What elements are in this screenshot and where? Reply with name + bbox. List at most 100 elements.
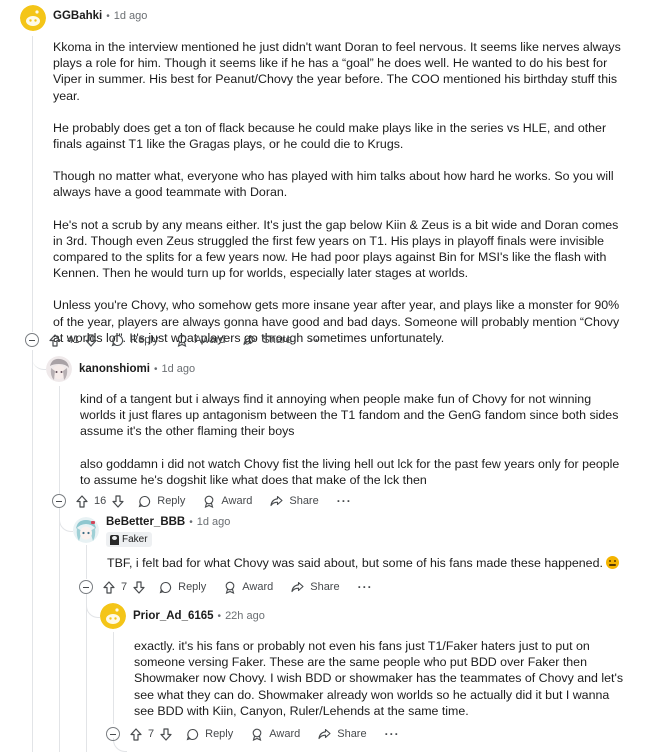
speech-bubble-icon [138, 495, 151, 507]
share-label: Share [262, 334, 292, 346]
award-button[interactable]: Award [251, 728, 300, 741]
reply-button[interactable]: Reply [111, 334, 158, 347]
timestamp[interactable]: 1d ago [161, 363, 195, 375]
username[interactable]: kanonshiomi [79, 363, 150, 375]
more-options-button[interactable]: ··· [310, 333, 325, 347]
award-button[interactable]: Award [224, 581, 273, 594]
avatar[interactable] [20, 5, 46, 31]
vote-count: 7 [121, 581, 128, 593]
vote-count: 16 [94, 495, 107, 507]
thread-line-bebetter-lower[interactable] [86, 594, 87, 752]
username[interactable]: BeBetter_BBB [106, 516, 185, 528]
downvote-arrow-icon[interactable] [133, 580, 145, 594]
comment-paragraph: kind of a tangent but i always find it a… [80, 392, 619, 439]
share-button[interactable]: Share [318, 728, 367, 740]
award-ribbon-icon [205, 495, 214, 508]
upvote-arrow-icon[interactable] [103, 580, 115, 594]
thread-line-bebetter[interactable] [86, 545, 87, 579]
award-label: Award [221, 495, 253, 507]
separator-dot: • [153, 363, 158, 375]
share-arrow-icon [318, 728, 331, 740]
share-arrow-icon [291, 581, 304, 593]
reply-label: Reply [205, 728, 234, 740]
snoo-avatar-icon [100, 603, 126, 629]
share-label: Share [289, 495, 319, 507]
comment-paragraph: He probably does get a ton of flack beca… [53, 120, 607, 152]
more-options-button[interactable]: ··· [358, 580, 373, 594]
thread-line-prior[interactable] [113, 632, 114, 724]
anime-avatar-icon [73, 517, 99, 543]
share-button[interactable]: Share [270, 495, 319, 507]
username[interactable]: GGBahki [53, 10, 102, 22]
share-button[interactable]: Share [243, 334, 292, 346]
comment-body: exactly. it's his fans or probably not e… [134, 638, 624, 719]
anime-avatar-icon [46, 356, 72, 382]
share-button[interactable]: Share [291, 581, 340, 593]
username[interactable]: Prior_Ad_6165 [133, 610, 214, 622]
downvote-arrow-icon[interactable] [112, 494, 124, 508]
avatar[interactable] [73, 517, 99, 543]
award-label: Award [194, 334, 226, 346]
award-button[interactable]: Award [176, 334, 225, 347]
comment-body: TBF, i felt bad for what Chovy was said … [107, 555, 627, 571]
reply-label: Reply [130, 334, 159, 346]
comment-text: TBF, i felt bad for what Chovy was said … [107, 556, 603, 570]
vote-count: 41 [67, 334, 80, 346]
reply-button[interactable]: Reply [159, 581, 206, 594]
comment-paragraph: exactly. it's his fans or probably not e… [134, 639, 624, 718]
comment-actions: 7 Reply Award Share ··· [79, 575, 373, 599]
vote-controls: 41 [49, 333, 97, 347]
more-options-button[interactable]: ··· [385, 727, 400, 741]
vote-controls: 7 [103, 580, 145, 594]
share-arrow-icon [270, 495, 283, 507]
comment-meta: kanonshiomi • 1d ago [79, 363, 195, 375]
award-ribbon-icon [178, 334, 187, 347]
reply-label: Reply [178, 581, 207, 593]
separator-dot: • [189, 516, 193, 528]
grimacing-face-emoji-icon [606, 556, 620, 569]
vote-controls: 7 [130, 727, 172, 741]
award-label: Award [242, 581, 274, 593]
share-label: Share [310, 581, 340, 593]
comment-actions: 16 Reply Award Share ··· [52, 489, 352, 513]
share-label: Share [337, 728, 367, 740]
avatar[interactable] [100, 603, 126, 629]
timestamp[interactable]: 22h ago [225, 610, 265, 622]
thread-line-kanonshiomi-lower[interactable] [59, 508, 60, 752]
vote-count: 7 [148, 728, 155, 740]
comment-paragraph: Kkoma in the interview mentioned he just… [53, 40, 621, 103]
thread-line-kanonshiomi[interactable] [59, 386, 60, 494]
more-options-button[interactable]: ··· [337, 494, 352, 508]
comment-actions: 7 Reply Award Share ··· [106, 722, 400, 746]
comment-paragraph: TBF, i felt bad for what Chovy was said … [107, 555, 627, 571]
collapse-icon[interactable] [25, 333, 39, 347]
collapse-icon[interactable] [79, 580, 93, 594]
comment-meta: Prior_Ad_6165 • 22h ago [133, 610, 265, 622]
vote-controls: 16 [76, 494, 124, 508]
reply-label: Reply [157, 495, 186, 507]
upvote-arrow-icon[interactable] [49, 333, 61, 347]
speech-bubble-icon [111, 334, 124, 346]
collapse-icon[interactable] [52, 494, 66, 508]
award-label: Award [269, 728, 301, 740]
flair-label: Faker [122, 534, 148, 545]
thread-line-root-lower[interactable] [32, 350, 33, 752]
comment-actions: 41 Reply Award Share ··· [25, 328, 325, 352]
user-flair: Faker [106, 532, 152, 547]
timestamp[interactable]: 1d ago [197, 516, 231, 528]
comment-paragraph: Though no matter what, everyone who has … [53, 169, 614, 200]
upvote-arrow-icon[interactable] [130, 727, 142, 741]
upvote-arrow-icon[interactable] [76, 494, 88, 508]
avatar[interactable] [46, 356, 72, 382]
reply-button[interactable]: Reply [138, 495, 185, 508]
comment-meta: BeBetter_BBB • 1d ago [106, 516, 230, 528]
timestamp[interactable]: 1d ago [114, 10, 148, 22]
reply-button[interactable]: Reply [186, 728, 233, 741]
award-button[interactable]: Award [203, 495, 252, 508]
collapse-icon[interactable] [106, 727, 120, 741]
speech-bubble-icon [186, 728, 199, 740]
downvote-arrow-icon[interactable] [85, 333, 97, 347]
downvote-arrow-icon[interactable] [160, 727, 172, 741]
comment-body: Kkoma in the interview mentioned he just… [53, 39, 623, 346]
thread-line-root[interactable] [32, 36, 33, 332]
